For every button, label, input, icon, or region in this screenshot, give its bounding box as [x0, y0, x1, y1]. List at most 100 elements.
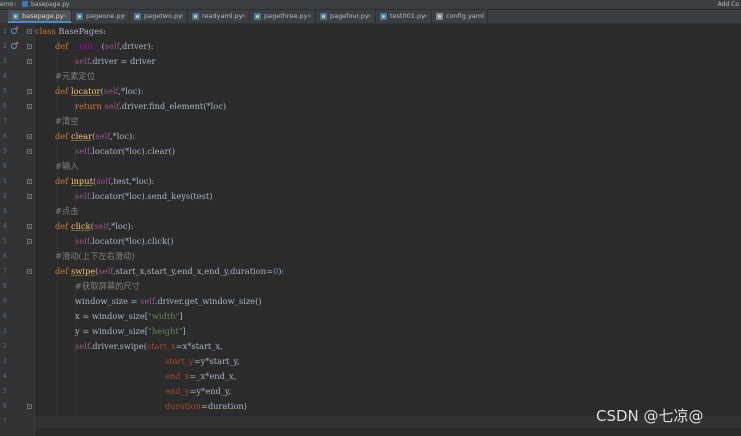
line-number: 3 — [2, 207, 7, 215]
line-number: 4 — [2, 372, 7, 380]
implemented-method-icon[interactable] — [11, 26, 19, 34]
line-number: 5 — [2, 237, 7, 245]
code-line-10: #输入 — [55, 161, 79, 171]
line-number: 8 — [2, 282, 7, 290]
line-number: 1 — [2, 327, 7, 335]
tab-pagetwo[interactable]: pagetwo.py × — [130, 10, 188, 23]
python-file-icon — [12, 13, 19, 20]
tab-label: pageone.py — [86, 12, 125, 20]
line-number: 3 — [2, 357, 7, 365]
code-line-26: duration=duration) — [165, 401, 247, 411]
line-number: 0 — [2, 162, 7, 170]
breadcrumb-separator: › — [14, 1, 17, 8]
line-number: 3 — [2, 57, 7, 65]
code-line-16: #滑动(上下左右滑动) — [55, 251, 135, 261]
python-file-icon — [380, 13, 387, 20]
tab-label: readyaml.py — [202, 12, 243, 20]
line-number: 4 — [2, 72, 7, 80]
code-line-12: self.locator(*loc).send_keys(test) — [75, 191, 213, 201]
line-number: 6 — [2, 102, 7, 110]
fold-marker-icon[interactable] — [27, 29, 32, 34]
add-configuration-button[interactable]: Add Co — [718, 0, 739, 9]
breadcrumb-file[interactable]: basepage.py — [31, 0, 70, 9]
line-number: 9 — [2, 297, 7, 305]
close-icon[interactable]: × — [121, 10, 126, 23]
fold-marker-icon[interactable] — [27, 179, 32, 184]
python-file-icon — [192, 13, 199, 20]
code-line-1: class BasePages: — [35, 26, 107, 36]
close-icon[interactable]: × — [179, 10, 184, 23]
watermark: CSDN @七凉@ — [596, 407, 704, 425]
tab-label: pagetwo.py — [144, 12, 183, 20]
tab-label: pagefour.py — [330, 12, 369, 20]
code-line-7: #清空 — [55, 116, 79, 126]
tab-pagefour[interactable]: pagefour.py × — [316, 10, 376, 23]
code-line-15: self.locator(*loc).click() — [75, 236, 174, 246]
python-file-icon — [22, 1, 28, 7]
breadcrumb-project[interactable]: emo — [0, 0, 13, 9]
code-line-17: def swipe(self,start_x,start_y,end_x,end… — [55, 266, 285, 276]
line-number: 5 — [2, 387, 7, 395]
fold-marker-icon[interactable] — [27, 269, 32, 274]
fold-marker-icon[interactable] — [27, 194, 32, 199]
code-line-6: return self.driver.find_element(*loc) — [75, 101, 227, 111]
python-file-icon — [134, 13, 141, 20]
fold-marker-icon[interactable] — [27, 149, 32, 154]
line-number: 2 — [2, 42, 7, 50]
tab-label: config.yaml — [446, 12, 484, 20]
line-number: 6 — [2, 252, 7, 260]
line-number: 7 — [2, 417, 7, 425]
line-number: 0 — [2, 312, 7, 320]
line-number: 8 — [2, 132, 7, 140]
code-line-18: #获取屏幕的尺寸 — [75, 281, 141, 291]
line-number: 1 — [2, 27, 7, 35]
close-icon[interactable]: × — [423, 10, 428, 23]
code-line-2: def __init__(self,driver): — [55, 41, 154, 51]
python-file-icon — [76, 13, 83, 20]
tab-config-yaml[interactable]: config.yaml — [432, 10, 488, 23]
code-line-14: def click(self,*loc): — [55, 221, 134, 231]
close-icon[interactable]: × — [367, 10, 372, 23]
code-line-25: end_y=y*end_y, — [165, 386, 232, 396]
implemented-method-icon[interactable] — [11, 41, 19, 49]
code-line-20: x = window_size["width"] — [75, 311, 183, 321]
code-line-23: start_y=y*start_y, — [165, 356, 240, 366]
tab-test001[interactable]: test001.py × — [376, 10, 432, 23]
code-line-8: def clear(self,*loc): — [55, 131, 136, 141]
fold-marker-icon[interactable] — [27, 134, 32, 139]
fold-marker-icon[interactable] — [27, 59, 32, 64]
tab-label: pagethree.py — [264, 12, 308, 20]
fold-marker-icon[interactable] — [27, 224, 32, 229]
fold-marker-icon[interactable] — [27, 239, 32, 244]
tab-pageone[interactable]: pageone.py × — [72, 10, 130, 23]
python-file-icon — [320, 13, 327, 20]
code-line-9: self.locator(*loc).clear() — [75, 146, 175, 156]
tab-label: basepage.py — [22, 12, 64, 20]
python-file-icon — [254, 13, 261, 20]
fold-marker-icon[interactable] — [27, 404, 32, 409]
line-number: 6 — [2, 402, 7, 410]
close-icon[interactable]: × — [241, 10, 246, 23]
close-icon[interactable]: × — [307, 10, 312, 23]
line-number: 5 — [2, 87, 7, 95]
code-line-21: y = window_size["height"] — [75, 326, 186, 336]
code-line-24: end_x=_x*end_x, — [165, 371, 237, 381]
tab-pagethree[interactable]: pagethree.py × — [250, 10, 316, 23]
editor-tab-bar: basepage.py × pageone.py × pagetwo.py × … — [0, 10, 741, 24]
code-line-19: window_size = self.driver.get_window_siz… — [75, 296, 262, 306]
fold-marker-icon[interactable] — [27, 104, 32, 109]
line-number: 9 — [2, 147, 7, 155]
line-number: 2 — [2, 192, 7, 200]
tab-readyaml[interactable]: readyaml.py × — [188, 10, 250, 23]
fold-marker-icon[interactable] — [27, 44, 32, 49]
breadcrumb: emo › basepage.py Add Co — [0, 0, 741, 10]
line-number: 4 — [2, 222, 7, 230]
tab-basepage[interactable]: basepage.py × — [8, 10, 72, 23]
close-icon[interactable]: × — [63, 10, 68, 23]
line-number: 2 — [2, 342, 7, 350]
tab-label: test001.py — [390, 12, 425, 20]
code-editor[interactable]: class BasePages: def __init__(self,drive… — [35, 24, 741, 436]
line-number: 1 — [2, 177, 7, 185]
editor-gutter: 1 2 3 4 5 6 7 8 9 0 1 2 3 4 5 6 7 8 9 0 … — [0, 24, 35, 436]
fold-marker-icon[interactable] — [27, 89, 32, 94]
